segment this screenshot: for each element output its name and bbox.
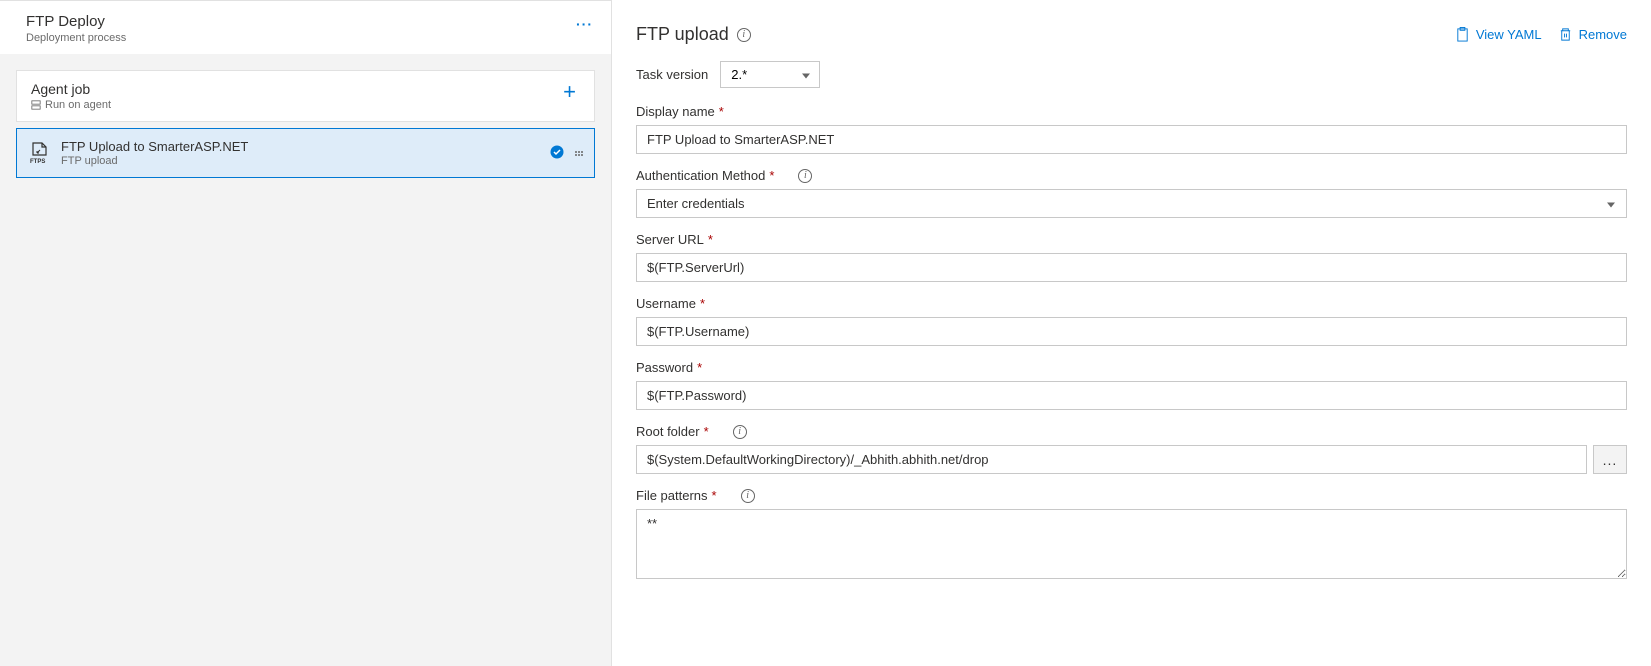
agent-info: Agent job Run on agent (31, 81, 559, 111)
drag-handle[interactable] (574, 151, 584, 156)
username-label-text: Username (636, 296, 696, 311)
root-folder-input[interactable] (636, 445, 1587, 474)
display-name-label: Display name * (636, 104, 1627, 119)
right-header: FTP upload i View YAML Remove (636, 0, 1627, 53)
task-version-select-wrap: 2.* (720, 61, 820, 88)
required-marker: * (769, 168, 774, 183)
username-group: Username * (636, 296, 1627, 346)
auth-method-select[interactable]: Enter credentials (636, 189, 1627, 218)
info-icon[interactable]: i (733, 425, 747, 439)
task-subtitle: FTP upload (61, 155, 540, 167)
server-icon (31, 100, 41, 110)
password-group: Password * (636, 360, 1627, 410)
required-marker: * (719, 104, 724, 119)
task-version-label: Task version (636, 67, 708, 82)
clipboard-icon (1455, 27, 1470, 42)
password-input[interactable] (636, 381, 1627, 410)
server-url-group: Server URL * (636, 232, 1627, 282)
required-marker: * (708, 232, 713, 247)
info-icon[interactable]: i (737, 28, 751, 42)
right-panel: FTP upload i View YAML Remove Task versi… (612, 0, 1651, 666)
auth-method-select-wrap: Enter credentials (636, 189, 1627, 218)
display-name-label-text: Display name (636, 104, 715, 119)
deployment-subtitle: Deployment process (26, 32, 574, 44)
deployment-title: FTP Deploy (26, 13, 574, 30)
password-label-text: Password (636, 360, 693, 375)
server-url-label-text: Server URL (636, 232, 704, 247)
file-patterns-textarea[interactable] (636, 509, 1627, 579)
file-patterns-label: File patterns * i (636, 488, 1627, 503)
auth-method-group: Authentication Method * i Enter credenti… (636, 168, 1627, 218)
task-ftp-upload[interactable]: FTPS FTP Upload to SmarterASP.NET FTP up… (16, 128, 595, 178)
agent-title: Agent job (31, 81, 559, 97)
root-folder-row: ... (636, 445, 1627, 474)
view-yaml-button[interactable]: View YAML (1455, 27, 1542, 42)
left-header: FTP Deploy Deployment process ··· (0, 0, 611, 54)
password-label: Password * (636, 360, 1627, 375)
agent-job-card[interactable]: Agent job Run on agent + (16, 70, 595, 122)
svg-text:FTPS: FTPS (30, 159, 45, 165)
required-marker: * (700, 296, 705, 311)
required-marker: * (697, 360, 702, 375)
auth-method-label-text: Authentication Method (636, 168, 765, 183)
task-version-row: Task version 2.* (636, 53, 1627, 104)
root-folder-label-text: Root folder (636, 424, 700, 439)
info-icon[interactable]: i (798, 169, 812, 183)
display-name-group: Display name * (636, 104, 1627, 154)
server-url-input[interactable] (636, 253, 1627, 282)
username-input[interactable] (636, 317, 1627, 346)
panel-title-text: FTP upload (636, 24, 729, 45)
display-name-input[interactable] (636, 125, 1627, 154)
view-yaml-label: View YAML (1476, 27, 1542, 42)
trash-icon (1558, 27, 1573, 42)
remove-button[interactable]: Remove (1558, 27, 1627, 42)
left-panel: FTP Deploy Deployment process ··· Agent … (0, 0, 612, 666)
server-url-label: Server URL * (636, 232, 1627, 247)
ftp-icon: FTPS (27, 141, 51, 165)
info-icon[interactable]: i (741, 489, 755, 503)
task-version-select[interactable]: 2.* (720, 61, 820, 88)
left-body: Agent job Run on agent + FTPS FTP Upload… (0, 54, 611, 666)
agent-subtitle: Run on agent (31, 99, 559, 111)
browse-button[interactable]: ... (1593, 445, 1627, 474)
more-options-button[interactable]: ··· (574, 13, 595, 35)
task-info: FTP Upload to SmarterASP.NET FTP upload (61, 139, 540, 167)
remove-label: Remove (1579, 27, 1627, 42)
agent-subtitle-text: Run on agent (45, 99, 111, 111)
task-title: FTP Upload to SmarterASP.NET (61, 139, 540, 154)
required-marker: * (712, 488, 717, 503)
status-ok-icon (550, 145, 564, 162)
required-marker: * (704, 424, 709, 439)
add-task-button[interactable]: + (559, 81, 580, 103)
auth-method-label: Authentication Method * i (636, 168, 1627, 183)
root-folder-group: Root folder * i ... (636, 424, 1627, 474)
header-text: FTP Deploy Deployment process (26, 13, 574, 44)
panel-title: FTP upload i (636, 24, 751, 45)
username-label: Username * (636, 296, 1627, 311)
file-patterns-label-text: File patterns (636, 488, 708, 503)
file-patterns-group: File patterns * i (636, 488, 1627, 582)
root-folder-label: Root folder * i (636, 424, 1627, 439)
